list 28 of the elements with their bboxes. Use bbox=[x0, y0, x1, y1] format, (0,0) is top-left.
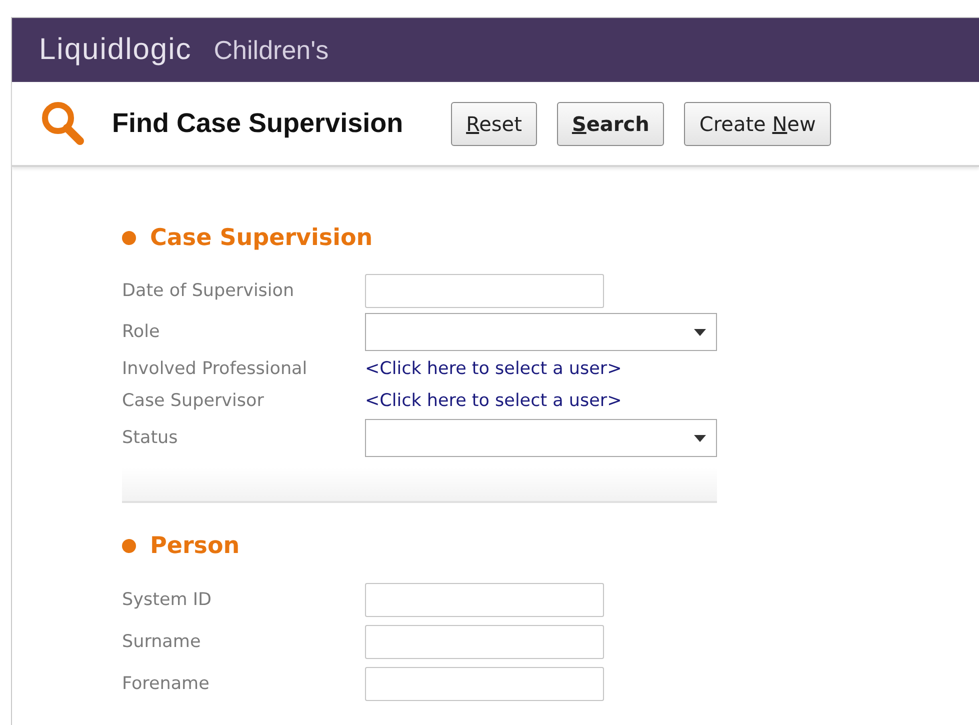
field-label: System ID bbox=[122, 590, 212, 610]
field-label: Involved Professional bbox=[122, 359, 308, 379]
dropdown-field[interactable] bbox=[365, 313, 717, 351]
field-label: Role bbox=[122, 322, 161, 342]
field-label: Case Supervisor bbox=[122, 391, 265, 411]
toolbar-button[interactable]: Reset bbox=[451, 102, 537, 146]
toolbar-button[interactable]: Create New bbox=[684, 102, 831, 146]
field-label: Date of Supervision bbox=[122, 281, 296, 301]
product-name: Children's bbox=[214, 34, 329, 66]
field-label: Surname bbox=[122, 632, 202, 652]
dropdown-field[interactable] bbox=[365, 419, 717, 457]
logo: Liquidlogic bbox=[39, 33, 192, 67]
text-field[interactable] bbox=[365, 583, 604, 617]
bullet-icon bbox=[122, 539, 136, 553]
text-field[interactable] bbox=[365, 625, 604, 659]
select-user-link[interactable]: <Click here to select a user> bbox=[365, 359, 622, 379]
field-label: Forename bbox=[122, 674, 210, 694]
select-user-link[interactable]: <Click here to select a user> bbox=[365, 391, 622, 411]
section-heading: Case Supervision bbox=[150, 225, 373, 251]
field-label: Status bbox=[122, 428, 179, 448]
section-heading: Person bbox=[150, 533, 240, 559]
toolbar-button[interactable]: Search bbox=[556, 102, 664, 146]
bullet-icon bbox=[122, 231, 136, 245]
text-field[interactable] bbox=[365, 274, 604, 308]
caret-icon bbox=[694, 328, 706, 336]
caret-icon bbox=[694, 434, 706, 442]
text-field[interactable] bbox=[365, 667, 604, 701]
page-title: Find Case Supervision bbox=[112, 108, 404, 139]
